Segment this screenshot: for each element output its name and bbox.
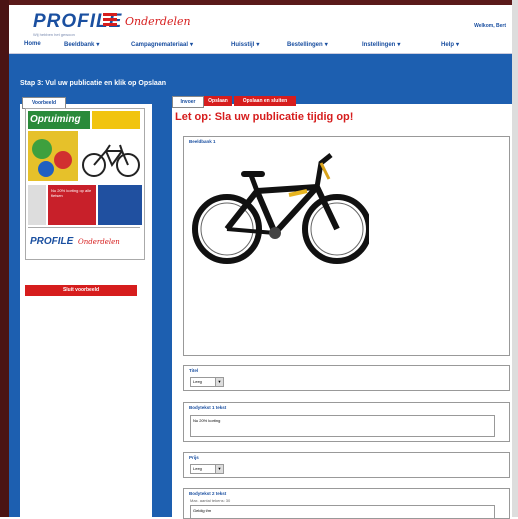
body1-field-label: Bodytekst 1 tekst [189,405,227,410]
tab-opslaan-en-sluiten[interactable]: Opslaan en sluiten [234,96,296,106]
nav-item-help[interactable]: Help ▾ [441,41,459,48]
nav-item-beeldbank[interactable]: Beeldbank ▾ [64,41,99,48]
thumbnail-color-graphic [28,131,78,181]
body2-field-label: Bodytekst 2 tekst [189,491,227,496]
body1-field: Bodytekst 1 tekst Nu 20% korting [183,402,510,442]
chevron-down-icon: ▾ [397,42,401,48]
chevron-down-icon: ▾ [190,42,194,48]
thumbnail-headline: Opruiming [28,111,90,129]
main-nav: Home Beeldbank ▾ Campagnemateriaal ▾ Huiss… [9,38,512,54]
nav-item-label: Instellingen [362,42,396,48]
thumbnail-offer-block: Nu 20% korting op alle fietsen [48,185,96,225]
body2-field: Bodytekst 2 tekst Max. aantal tekens: 30… [183,488,510,519]
image-field-label: Beeldbank 1 [189,139,216,144]
close-preview-button[interactable]: Sluit voorbeeld [25,285,137,296]
arrow-down-icon: ▼ [215,465,223,473]
chevron-down-icon: ▾ [324,42,328,48]
title-field-label: Titel [189,368,199,373]
tab-opslaan[interactable]: Opslaan [204,96,232,106]
nav-item-label: Bestellingen [287,42,323,48]
nav-item-label: Help [441,42,455,48]
price-select[interactable]: Leeg ▼ [190,464,224,474]
title-select-value: Leeg [193,379,202,384]
tab-invoer[interactable]: Invoer [172,96,204,108]
site-header: PROFILE Onderdelen Wij hebben het gewoon… [9,5,512,38]
nav-item-label: Home [24,41,41,47]
title-select[interactable]: Leeg ▼ [190,377,224,387]
arrow-down-icon: ▼ [215,378,223,386]
thumbnail-footer: PROFILE Onderdelen [28,227,140,256]
user-greeting: Welkom, Bert [474,23,506,29]
bicycle-image[interactable] [189,145,369,273]
chevron-down-icon: ▾ [96,42,100,48]
window-frame-left [0,0,9,517]
nav-item-huisstijl[interactable]: Huisstijl ▾ [231,41,259,48]
thumbnail-banner [92,111,140,129]
price-field: Prijs Leeg ▼ [183,452,510,478]
logo-stripes-icon [103,13,117,27]
nav-item-campagnemateriaal[interactable]: Campagnemateriaal ▾ [131,41,193,48]
step-instruction: Stap 3: Vul uw publicatie en klik op Ops… [20,80,166,87]
nav-item-home[interactable]: Home [24,41,41,47]
save-notice: Let op: Sla uw publicatie tijdig op! [175,111,354,123]
thumbnail-offer-text: Nu 20% korting op alle fietsen [51,188,92,198]
price-select-value: Leeg [193,466,202,471]
body2-hint: Max. aantal tekens: 30 [190,498,231,503]
window-frame-right [512,0,518,517]
nav-item-label: Huisstijl [231,42,255,48]
thumbnail-logo: PROFILE [30,236,74,247]
chevron-down-icon: ▾ [256,42,260,48]
title-field: Titel Leeg ▼ [183,365,510,391]
nav-item-label: Beeldbank [64,42,95,48]
brand-tagline: Wij hebben het gewoon [33,32,75,37]
header-band [9,54,512,78]
chevron-down-icon: ▾ [456,42,460,48]
thumbnail-script: Onderdelen [78,238,120,246]
nav-item-label: Campagnemateriaal [131,42,189,48]
publication-thumbnail[interactable]: Opruiming Nu 20% korting op alle fietsen… [25,108,145,260]
brand-script: Onderdelen [125,15,191,28]
image-field: Beeldbank 1 [183,136,510,356]
thumbnail-product-image [98,185,142,225]
body1-textarea[interactable]: Nu 20% korting [190,415,495,437]
thumbnail-product-image [28,185,46,225]
nav-item-bestellingen[interactable]: Bestellingen ▾ [287,41,328,48]
bicycle-icon [82,144,140,177]
nav-item-instellingen[interactable]: Instellingen ▾ [362,41,400,48]
price-field-label: Prijs [189,455,199,460]
